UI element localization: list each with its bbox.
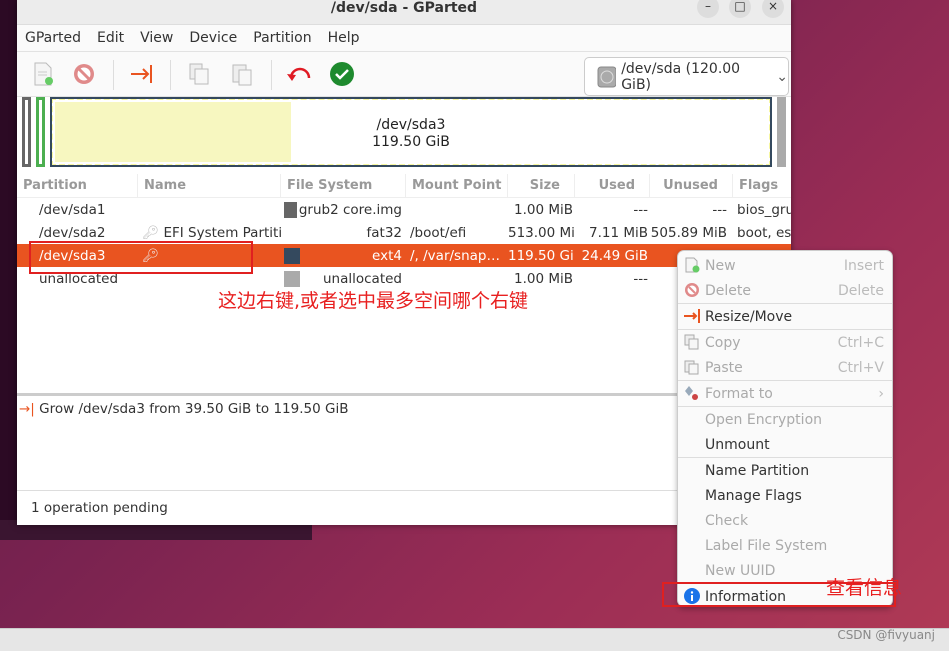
cell-partition: /dev/sda2	[39, 224, 106, 241]
toolbar: /dev/sda (120.00 GiB) ⌄	[17, 52, 791, 97]
apply-icon[interactable]	[328, 60, 356, 88]
new-icon	[684, 257, 700, 273]
cell-filesystem: fat32	[366, 224, 403, 241]
cell-size: 119.50 GiB	[508, 247, 575, 264]
table-header: Partition Name File System Mount Point S…	[17, 173, 791, 198]
menu-item-copy[interactable]: Copy Ctrl+C	[678, 330, 892, 355]
delete-icon	[684, 282, 700, 298]
copy-icon[interactable]	[185, 60, 213, 88]
cell-mount: /boot/efi	[410, 224, 467, 241]
cell-flags: bios_grub	[737, 201, 791, 218]
menu-item-unmount[interactable]: Unmount	[678, 432, 892, 457]
col-name[interactable]: Name	[138, 173, 281, 198]
menu-item-check[interactable]: Check	[678, 508, 892, 533]
delete-icon[interactable]	[70, 60, 98, 88]
disk-map-unallocated[interactable]	[777, 97, 786, 167]
col-filesystem[interactable]: File System	[281, 173, 406, 198]
menu-item-paste[interactable]: Paste Ctrl+V	[678, 355, 892, 380]
cell-name: 🔑︎ EFI System Partition	[142, 224, 281, 241]
resize-icon: →|	[19, 401, 35, 417]
resize-icon	[684, 308, 700, 324]
menu-item-resize-move[interactable]: Resize/Move	[678, 304, 892, 329]
cell-filesystem: ext4	[281, 247, 406, 264]
disk-map-partition: /dev/sda3	[376, 117, 446, 133]
cell-used: ---	[633, 270, 648, 287]
desktop-background	[0, 0, 17, 540]
annotation-info: 查看信息	[826, 577, 903, 599]
paste-icon[interactable]	[228, 60, 256, 88]
cell-filesystem: grub2 core.img	[281, 201, 406, 218]
key-icon: 🔑︎	[142, 224, 160, 241]
operations-list: →| Grow /dev/sda3 from 39.50 GiB to 119.…	[17, 393, 791, 417]
cell-size: 1.00 MiB	[513, 270, 573, 287]
annotation-box-row	[29, 241, 253, 274]
cell-mount: /, /var/snap…	[410, 247, 500, 264]
col-partition[interactable]: Partition	[17, 173, 138, 198]
menu-item-open-encryption[interactable]: Open Encryption	[678, 407, 892, 432]
col-mount[interactable]: Mount Point	[406, 173, 508, 198]
menu-device[interactable]: Device	[189, 30, 237, 46]
new-partition-icon[interactable]	[29, 60, 57, 88]
fs-color-swatch	[284, 201, 297, 218]
table-row[interactable]: /dev/sda1 grub2 core.img 1.00 MiB --- --- bio…	[17, 198, 791, 221]
col-size[interactable]: Size	[508, 173, 575, 198]
operation-item[interactable]: →| Grow /dev/sda3 from 39.50 GiB to 119.…	[19, 401, 791, 417]
status-bar: 1 operation pending	[17, 490, 791, 525]
chevron-down-icon: ⌄	[776, 68, 788, 85]
menu-help[interactable]: Help	[328, 30, 360, 46]
menu-item-delete[interactable]: Delete Delete	[678, 278, 892, 303]
copy-icon	[684, 334, 700, 350]
disk-map-sda3[interactable]: /dev/sda3 119.50 GiB	[50, 97, 772, 167]
cell-unused: ---	[712, 201, 727, 218]
device-selector[interactable]: /dev/sda (120.00 GiB) ⌄	[584, 57, 789, 96]
cell-size: 1.00 MiB	[513, 201, 573, 218]
titlebar[interactable]: /dev/sda - GParted – □ ×	[17, 0, 791, 25]
menu-gparted[interactable]: GParted	[25, 30, 81, 46]
annotation-right-click: 这边右键,或者选中最多空间哪个右键	[218, 290, 529, 312]
paste-icon	[684, 359, 700, 375]
menu-view[interactable]: View	[140, 30, 173, 46]
cell-size: 513.00 MiB	[508, 224, 575, 241]
watermark: CSDN @fivyuanj	[837, 628, 935, 642]
menu-item-name-partition[interactable]: Name Partition	[678, 458, 892, 483]
cell-used: ---	[633, 201, 648, 218]
cell-filesystem: unallocated	[281, 270, 406, 287]
fs-color-swatch	[284, 247, 300, 264]
menu-item-label-file-system[interactable]: Label File System	[678, 533, 892, 558]
menu-item-new[interactable]: New Insert	[678, 253, 892, 278]
col-flags[interactable]: Flags	[733, 174, 791, 198]
menu-item-manage-flags[interactable]: Manage Flags	[678, 483, 892, 508]
cell-partition: /dev/sda1	[39, 201, 106, 218]
taskbar	[0, 628, 949, 651]
cell-used: 24.49 GiB	[581, 247, 648, 264]
menu-partition[interactable]: Partition	[253, 30, 311, 46]
cell-unused: 505.89 MiB	[650, 224, 727, 241]
undo-icon[interactable]	[285, 60, 313, 88]
fs-color-swatch	[284, 270, 300, 287]
cell-flags: boot, esp	[737, 224, 791, 241]
device-label: /dev/sda (120.00 GiB)	[621, 60, 741, 93]
format-icon	[684, 385, 700, 401]
context-menu: New Insert Delete Delete Resize/Move Copy Ctrl…	[677, 250, 893, 607]
disk-map-size: 119.50 GiB	[372, 134, 450, 150]
window-title: /dev/sda - GParted	[330, 0, 478, 16]
disk-icon	[597, 66, 617, 87]
menu-edit[interactable]: Edit	[97, 30, 124, 46]
operation-text: Grow /dev/sda3 from 39.50 GiB to 119.50 …	[39, 401, 349, 417]
disk-map-sda1[interactable]	[22, 97, 31, 167]
cell-used: 7.11 MiB	[588, 224, 648, 241]
disk-map[interactable]: /dev/sda3 119.50 GiB	[17, 97, 791, 169]
resize-move-icon[interactable]	[128, 60, 156, 88]
menu-item-format-to[interactable]: Format to ›	[678, 381, 892, 406]
col-unused[interactable]: Unused	[650, 173, 733, 198]
col-used[interactable]: Used	[575, 173, 650, 198]
menubar: GParted Edit View Device Partition Help	[17, 25, 791, 52]
disk-map-sda2[interactable]	[36, 97, 45, 167]
